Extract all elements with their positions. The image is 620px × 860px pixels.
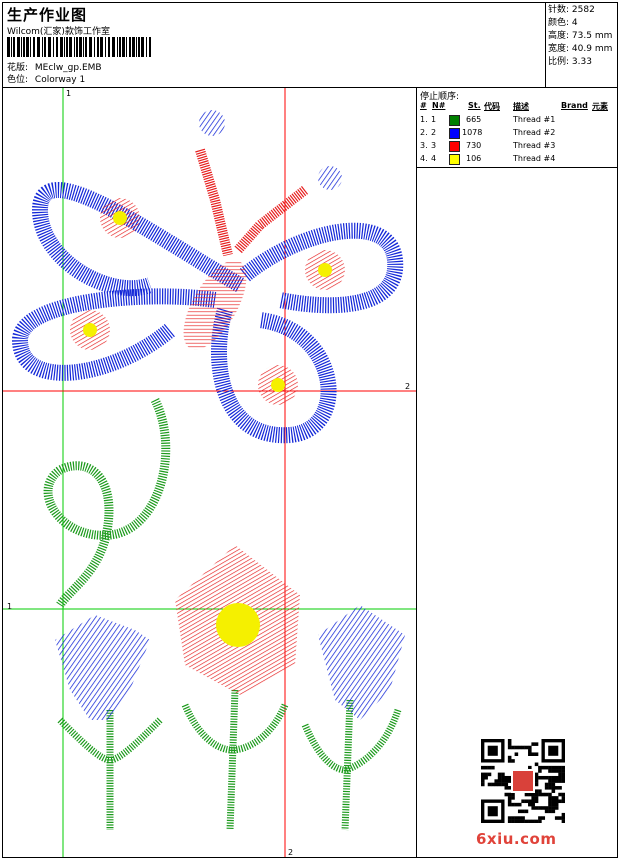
legend-header-row: # N# St. 代码 描述 Brand 元素	[420, 101, 608, 111]
butterfly-dot-right	[318, 166, 342, 190]
qr-graphic	[481, 739, 566, 824]
stats-divider	[545, 3, 546, 87]
qr-code	[481, 739, 566, 824]
right-tulip	[318, 605, 405, 720]
stats-panel: 针数: 2582 颜色: 4 高度: 73.5 mm 宽度: 40.9 mm 比…	[548, 5, 612, 70]
flower-center	[216, 603, 260, 647]
guide-label-v2: 2	[288, 848, 293, 857]
barcode	[7, 37, 152, 57]
stat-row: 宽度: 40.9 mm	[548, 44, 613, 54]
design-canvas: 1 2 1 2	[3, 88, 416, 857]
thread-swatch	[449, 128, 460, 139]
barcode-graphic	[7, 37, 151, 57]
page-title: 生产作业图	[7, 6, 88, 24]
legend-row-2: 2. 2 1078 Thread #2	[420, 128, 556, 139]
guide-label-h1: 1	[7, 602, 12, 611]
stat-row: 针数: 2582	[548, 5, 595, 15]
design-line: 花版: MEclw_gp.EMB	[7, 63, 102, 74]
legend-row-3: 3. 3 730 Thread #3	[420, 141, 556, 152]
stat-row: 高度: 73.5 mm	[548, 31, 613, 41]
company-name: Wilcom(汇家)款饰工作室	[7, 27, 110, 37]
legend-row-1: 1. 1 665 Thread #1	[420, 115, 556, 126]
colorway-line: 色位: Colorway 1	[7, 75, 85, 86]
guide-label-h2: 2	[405, 382, 410, 391]
colorway-label: 色位:	[7, 75, 29, 85]
thread-swatch	[449, 115, 460, 126]
center-flower	[175, 545, 300, 695]
stat-row: 比例: 3.33	[548, 57, 592, 67]
upper-left-wing	[31, 182, 244, 297]
legend-row-4: 4. 4 106 Thread #4	[420, 154, 556, 165]
legend-bottom-divider	[416, 167, 617, 168]
colorway-value: Colorway 1	[34, 75, 86, 85]
thread-swatch	[449, 154, 460, 165]
butterfly-dot-top	[199, 110, 225, 136]
stat-row: 颜色: 4	[548, 18, 578, 28]
guide-label-v1: 1	[66, 89, 71, 98]
design-value: MEclw_gp.EMB	[34, 63, 102, 73]
left-tulip	[55, 615, 150, 720]
legend-divider	[416, 87, 417, 857]
watermark-logo: 6xiu.com	[476, 830, 557, 848]
design-label: 花版:	[7, 63, 29, 73]
thread-swatch	[449, 141, 460, 152]
green-vine	[43, 397, 171, 608]
